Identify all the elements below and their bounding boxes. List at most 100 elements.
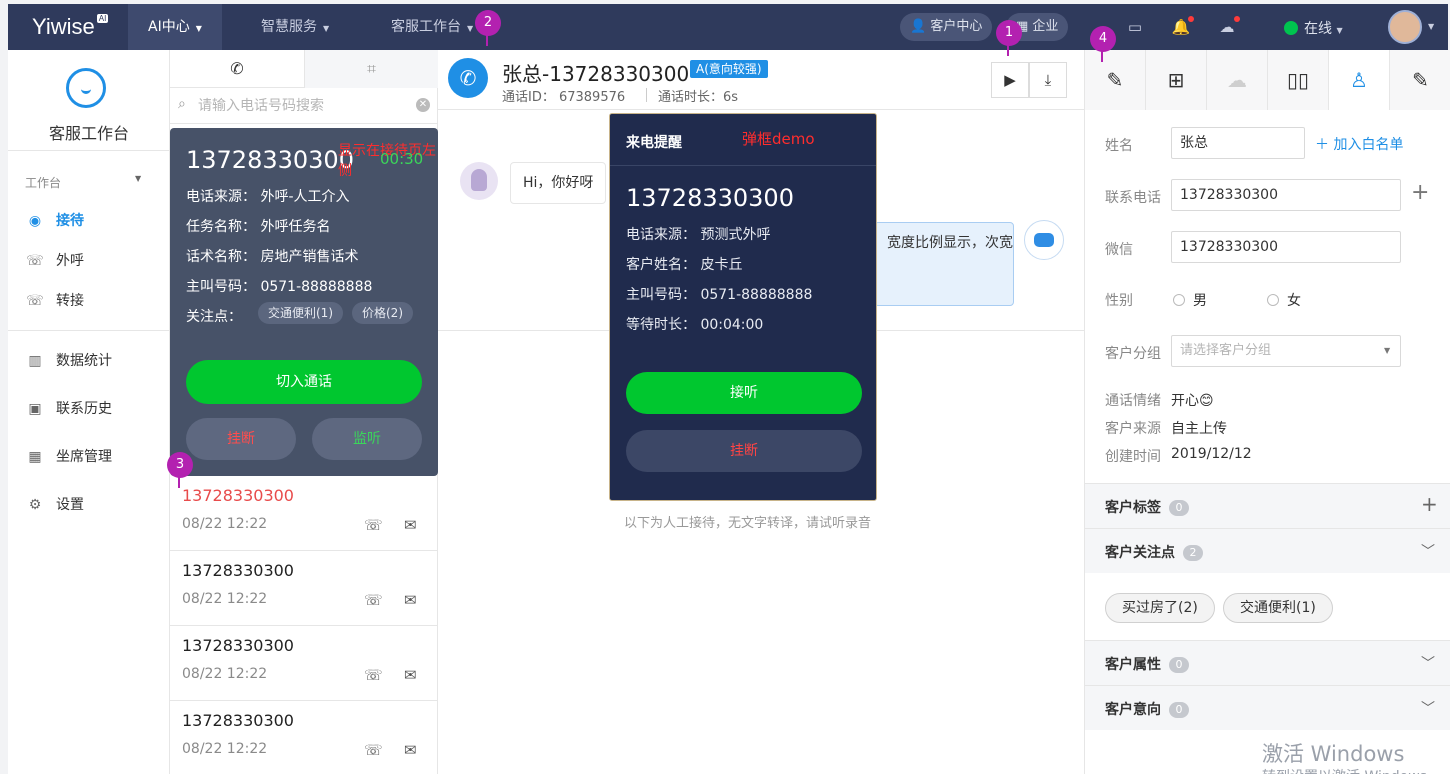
- focus-chip[interactable]: 交通便利(1): [1223, 593, 1333, 623]
- group-label: 客户分组: [1105, 346, 1161, 362]
- sidebar-item-outbound[interactable]: ☏ 外呼: [26, 250, 84, 270]
- yiwise-logo[interactable]: Yiwise AI: [32, 14, 109, 40]
- chevron-down-icon[interactable]: ▼: [1428, 22, 1434, 31]
- add-icon[interactable]: +: [1421, 492, 1438, 516]
- intent-badge: A(意向较强): [690, 60, 768, 78]
- annotation-marker-2: 2: [475, 10, 501, 46]
- hangup-button[interactable]: 挂断: [626, 430, 862, 472]
- divider: [8, 150, 170, 151]
- created-label: 创建时间: [1105, 449, 1161, 465]
- clear-icon[interactable]: ✕: [416, 98, 430, 112]
- monitor-icon[interactable]: ▭: [1124, 16, 1146, 38]
- call-id: 通话ID： 67389576: [502, 90, 626, 105]
- customer-message: Hi，你好呀: [510, 162, 607, 204]
- section-customer-focus[interactable]: 客户关注点 2 ﹀: [1085, 528, 1450, 573]
- chat-status-icon: [1284, 21, 1298, 35]
- monitor-button[interactable]: 监听: [312, 418, 422, 460]
- callback-icon[interactable]: ☏: [364, 591, 383, 609]
- hangup-button[interactable]: 挂断: [186, 418, 296, 460]
- call-source: 电话来源： 预测式外呼: [626, 227, 771, 243]
- radio-icon: [1173, 294, 1185, 306]
- chevron-down-icon[interactable]: ﹀: [1421, 541, 1435, 561]
- message-icon[interactable]: ✉: [404, 666, 417, 684]
- sidebar-item-agents[interactable]: ▦ 坐席管理: [26, 446, 112, 466]
- customer-info-panel: ✎ ⊞ ☁ ▯▯ ♙ ✎ 姓名 张总 ＋ 加入白名单 联系电话 13728330…: [1084, 50, 1450, 774]
- focus-tag: 价格(2): [352, 302, 413, 324]
- sidebar-group-workbench[interactable]: 工作台 ▼: [25, 174, 141, 191]
- tab-phone[interactable]: ✆: [170, 50, 304, 88]
- add-phone-icon[interactable]: +: [1411, 180, 1429, 205]
- gender-male-radio[interactable]: 男: [1173, 290, 1207, 310]
- list-item[interactable]: 13728330300 08/22 12:22 ☏ ✉: [170, 476, 438, 551]
- mood-label: 通话情绪: [1105, 393, 1161, 409]
- message-icon[interactable]: ✉: [404, 591, 417, 609]
- add-whitelist-link[interactable]: ＋ 加入白名单: [1315, 134, 1403, 154]
- online-status-dropdown[interactable]: 在线 ▼: [1284, 18, 1343, 38]
- sidebar-item-history[interactable]: ▣ 联系历史: [26, 398, 112, 418]
- callback-icon[interactable]: ☏: [364, 666, 383, 684]
- play-icon: ▶: [1004, 71, 1016, 89]
- focus-chip[interactable]: 买过房了(2): [1105, 593, 1215, 623]
- message-icon[interactable]: ✉: [404, 741, 417, 759]
- phone-field[interactable]: 13728330300: [1171, 179, 1401, 211]
- sidebar-item-reception[interactable]: ◉ 接待: [26, 210, 84, 230]
- sidebar-item-statistics[interactable]: ▥ 数据统计: [26, 350, 112, 370]
- chevron-down-icon: ▼: [1336, 26, 1343, 35]
- list-item[interactable]: 13728330300 08/22 12:22 ☏ ✉: [170, 701, 438, 774]
- count-badge: 0: [1169, 702, 1189, 718]
- call-number: 13728330300: [182, 486, 294, 505]
- sidebar: 客服工作台 工作台 ▼ ◉ 接待 ☏ 外呼 ☏ 转接 ▥ 数据统计 ▣ 联系历史 ▦ 坐席管理…: [8, 50, 170, 774]
- tab-knowledge[interactable]: ▯▯: [1268, 50, 1329, 110]
- gender-female-radio[interactable]: 女: [1267, 290, 1301, 310]
- customer-center-button[interactable]: 👤 客户中心: [900, 13, 993, 41]
- play-recording-button[interactable]: ▶: [991, 62, 1029, 98]
- created-value: 2019/12/12: [1171, 446, 1252, 462]
- call-time: 08/22 12:22: [182, 516, 268, 532]
- tab-notes[interactable]: ✎: [1085, 50, 1146, 110]
- customer-name: 客户姓名： 皮卡丘: [626, 257, 743, 273]
- windows-activation-subtext: 转到设置以激活 Windows: [1262, 766, 1427, 774]
- sidebar-item-transfer[interactable]: ☏ 转接: [26, 290, 84, 310]
- nav-ai-center[interactable]: AI中心 ▼: [128, 4, 222, 50]
- tab-chat[interactable]: ☁: [1207, 50, 1268, 110]
- section-customer-attributes[interactable]: 客户属性 0 ﹀: [1085, 640, 1450, 685]
- wechat-field[interactable]: 13728330300: [1171, 231, 1401, 263]
- tab-queue[interactable]: ⌗: [304, 50, 438, 88]
- download-button[interactable]: ⤓: [1029, 62, 1067, 98]
- tab-customer[interactable]: ♙: [1329, 50, 1390, 110]
- reception-icon: ◉: [28, 213, 42, 229]
- conversation-title: 张总-13728330300: [502, 62, 690, 86]
- name-field[interactable]: 张总: [1171, 127, 1305, 159]
- answer-button[interactable]: 接听: [626, 372, 862, 414]
- chevron-down-icon[interactable]: ﹀: [1421, 698, 1435, 718]
- caller-number: 主叫号码： 0571-88888888: [186, 279, 373, 295]
- callback-icon[interactable]: ☏: [364, 516, 383, 534]
- incoming-call-modal: 来电提醒 弹框demo 13728330300 电话来源： 预测式外呼 客户姓名…: [609, 113, 877, 501]
- sidebar-item-settings[interactable]: ⚙ 设置: [26, 494, 84, 514]
- section-customer-tags[interactable]: 客户标签 0 +: [1085, 483, 1450, 528]
- phone-search-input[interactable]: [198, 94, 408, 118]
- section-customer-intent[interactable]: 客户意向 0 ﹀: [1085, 685, 1450, 730]
- bot-message: 宽度比例显示，次宽: [874, 222, 1014, 306]
- count-badge: 0: [1169, 657, 1189, 673]
- chevron-down-icon[interactable]: ﹀: [1421, 653, 1435, 673]
- tab-add-record[interactable]: ⊞: [1146, 50, 1207, 110]
- customer-group-select[interactable]: 请选择客户分组 ▼: [1171, 335, 1401, 367]
- join-call-button[interactable]: 切入通话: [186, 360, 422, 404]
- download-dot: [1234, 16, 1240, 22]
- call-source: 电话来源： 外呼-人工介入: [186, 189, 350, 205]
- annotation-marker-1: 1: [996, 20, 1022, 56]
- list-item[interactable]: 13728330300 08/22 12:22 ☏ ✉: [170, 626, 438, 701]
- message-icon[interactable]: ✉: [404, 516, 417, 534]
- chat-icon: ☁: [1227, 68, 1247, 92]
- task-name: 任务名称： 外呼任务名: [186, 219, 331, 235]
- list-item[interactable]: 13728330300 08/22 12:22 ☏ ✉: [170, 551, 438, 626]
- callback-icon[interactable]: ☏: [364, 741, 383, 759]
- count-badge: 2: [1183, 545, 1203, 561]
- chat-edit-icon: ✎: [1106, 68, 1124, 92]
- divider: [8, 330, 170, 331]
- info-tabs: ✎ ⊞ ☁ ▯▯ ♙ ✎: [1085, 50, 1450, 110]
- nav-smart-service[interactable]: 智慧服务 ▼: [241, 4, 349, 50]
- avatar[interactable]: [1388, 10, 1422, 44]
- tab-edit[interactable]: ✎: [1390, 50, 1450, 110]
